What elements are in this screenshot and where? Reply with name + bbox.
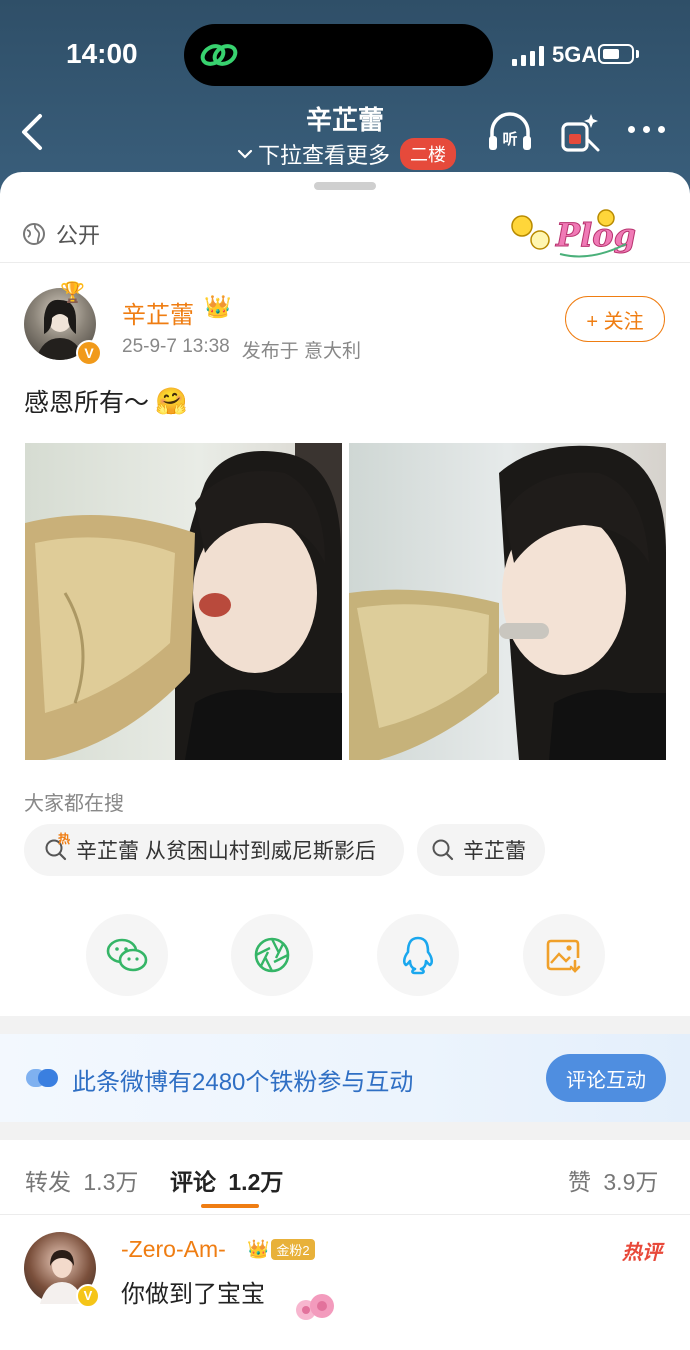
section-separator	[0, 1122, 690, 1140]
pull-down-hint[interactable]: 下拉查看更多 二楼	[236, 138, 457, 170]
gift-share-icon[interactable]	[558, 110, 602, 154]
back-arrow-icon[interactable]	[18, 112, 48, 152]
post-content: 感恩所有～ 🤗	[24, 383, 187, 419]
tab-comment[interactable]: 评论 1.2万	[170, 1163, 283, 1197]
search-icon	[432, 839, 454, 861]
flower-decoration-icon	[296, 1294, 334, 1320]
fan-pill-icon	[26, 1069, 58, 1087]
qq-penguin-icon	[402, 936, 434, 975]
post-image-2[interactable]	[349, 443, 666, 760]
tab-comment-count: 1.2万	[228, 1169, 284, 1195]
share-wechat-button[interactable]	[86, 914, 168, 996]
signal-icon	[512, 46, 544, 66]
globe-icon	[23, 223, 45, 245]
visibility-indicator: 公开	[22, 218, 100, 250]
fan-interaction-text: 此条微博有2480个铁粉参与互动	[72, 1069, 414, 1096]
post-text: 感恩所有～	[24, 389, 150, 417]
comment-text: 你做到了宝宝	[121, 1281, 265, 1308]
commenter-name[interactable]: -Zero-Am-	[121, 1236, 226, 1263]
tab-like-count: 3.9万	[603, 1169, 659, 1195]
status-time: 14:00	[66, 38, 138, 69]
tab-comment-label: 评论	[170, 1169, 216, 1195]
post-location: 发布于 意大利	[241, 341, 362, 362]
photo-trophy-kiss	[25, 443, 342, 760]
plog-sticker-icon: Plog	[511, 209, 636, 258]
trending-search-label: 大家都在搜	[24, 793, 124, 815]
post-meta: 25-9-7 13:38 发布于 意大利	[122, 336, 361, 363]
follow-button[interactable]: + 关注	[565, 296, 665, 342]
tab-like[interactable]: 赞 3.9万	[568, 1163, 658, 1197]
trending-search-text-2: 辛芷蕾	[463, 840, 526, 863]
comment-interact-button[interactable]: 评论互动	[546, 1054, 666, 1102]
tab-repost[interactable]: 转发 1.3万	[25, 1163, 138, 1197]
hot-tag: 热	[58, 832, 71, 846]
trending-search-chip-1[interactable]: 热 辛芷蕾 从贫困山村到威尼斯影后	[24, 824, 404, 876]
hot-search-icon: 热	[44, 832, 70, 862]
wechat-icon	[106, 938, 148, 972]
divider	[0, 262, 690, 263]
tab-repost-count: 1.3万	[83, 1169, 139, 1195]
trending-search-text-1: 辛芷蕾 从贫困山村到威尼斯影后	[76, 840, 376, 863]
visibility-label: 公开	[56, 223, 101, 248]
save-image-icon	[546, 939, 581, 973]
active-tab-indicator	[201, 1204, 259, 1208]
drag-handle[interactable]	[314, 182, 376, 190]
hug-emoji-icon: 🤗	[155, 385, 188, 416]
fan-level-text: 金粉2	[271, 1238, 315, 1260]
chevron-down-icon	[237, 149, 253, 159]
listen-label: 听	[502, 130, 517, 148]
fan-level-badge[interactable]: 👑 金粉2	[247, 1238, 315, 1260]
share-qq-button[interactable]	[377, 914, 459, 996]
headphones-icon[interactable]: 听	[486, 110, 534, 154]
section-separator	[0, 1016, 690, 1034]
trending-search-chip-2[interactable]: 辛芷蕾	[417, 824, 545, 876]
post-image-1[interactable]	[25, 443, 342, 760]
floor-badge: 二楼	[400, 138, 457, 170]
avatar-decoration-icon: 🏆	[60, 282, 85, 304]
share-moments-button[interactable]	[231, 914, 313, 996]
post-date: 25-9-7 13:38	[122, 336, 230, 357]
photo-trophy-bite	[349, 445, 666, 760]
link-icon	[200, 44, 238, 66]
save-image-button[interactable]	[523, 914, 605, 996]
svg-text:Plog: Plog	[555, 216, 636, 254]
verified-badge-icon: V	[76, 340, 102, 366]
tab-like-label: 赞	[568, 1169, 591, 1195]
pull-down-text: 下拉查看更多	[258, 143, 391, 168]
crown-badge-icon[interactable]: 👑	[204, 294, 231, 320]
hot-comment-badge: 热评	[622, 1242, 662, 1264]
moments-aperture-icon	[254, 937, 290, 973]
more-options-icon[interactable]	[628, 126, 665, 133]
fan-crown-icon: 👑	[247, 1238, 270, 1259]
commenter-verified-badge-icon: V	[76, 1284, 100, 1308]
battery-tip	[636, 50, 639, 58]
battery-icon	[598, 44, 634, 64]
divider	[0, 1214, 690, 1215]
page-title: 辛芷蕾	[305, 105, 384, 135]
author-name[interactable]: 辛芷蕾	[122, 295, 194, 330]
network-type: 5GA	[552, 42, 598, 67]
tab-repost-label: 转发	[25, 1169, 71, 1195]
